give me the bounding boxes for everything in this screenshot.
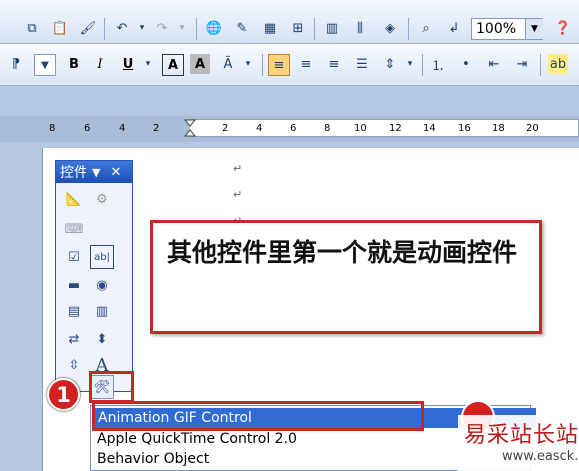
properties-icon[interactable]: ⚙ [90,187,114,211]
ruler-tick: 12 [389,123,402,134]
design-mode-icon[interactable]: 📐 [62,187,86,211]
insert-excel-icon[interactable]: ⊞ [288,18,308,38]
ruler-tick: 14 [423,123,436,134]
redo-dropdown-icon[interactable]: ▾ [172,18,192,38]
paragraph-marks-icon[interactable]: ↲ [444,18,464,38]
ruler-tick: 4 [256,123,263,134]
text-effect-dropdown-icon[interactable]: ▾ [238,54,258,74]
ruler-tick: 10 [354,123,367,134]
document-map-icon[interactable]: ◈ [380,18,400,38]
view-code-icon[interactable]: ⌨ [62,217,86,241]
justify-icon[interactable]: ☰ [352,54,372,74]
increase-indent-icon[interactable]: ⇥ [512,54,532,74]
bullets-icon[interactable]: • [456,54,476,74]
command-button-control-icon[interactable]: ▬ [62,273,86,297]
ruler-tick: 4 [119,123,126,134]
control-toolbox-title: 控件 [60,165,86,181]
paragraph-mark-icon: ↵ [233,162,243,175]
align-left-icon[interactable]: ≡ [268,54,290,76]
style-dropdown-icon[interactable]: ▼ [34,54,56,76]
highlight-icon[interactable]: ab [548,54,568,74]
ruler-tick: 18 [492,123,505,134]
ruler-tick: 8 [49,123,56,134]
insert-table-icon[interactable]: ▦ [260,18,280,38]
list-item[interactable]: Apple QuickTime Control 2.0 [97,431,297,447]
text-effect-icon[interactable]: Ã [218,54,238,74]
italic-icon[interactable]: I [90,54,110,74]
indent-marker-icon[interactable] [183,119,197,137]
zoom-value: 100% [476,21,517,37]
more-controls-highlight [89,371,134,403]
redo-icon[interactable]: ↷ [152,18,172,38]
ruler-tick: 8 [324,123,331,134]
columns-icon[interactable]: ▥ [322,18,342,38]
ruler-tick: 20 [526,123,539,134]
checkbox-control-icon[interactable]: ☑ [62,245,86,269]
callout-text: 其他控件里第一个就是动画控件 [167,238,518,267]
drawing-icon[interactable]: ⫼ [350,18,370,38]
watermark-url: www.easck.com [502,449,579,464]
style-menu-icon[interactable]: ⁋ [6,54,26,74]
close-icon[interactable]: ✕ [110,165,121,180]
list-item[interactable]: Behavior Object [97,451,209,467]
tables-borders-icon[interactable]: ✎ [232,18,252,38]
show-hide-icon[interactable]: ⌕ [416,18,436,38]
format-painter-icon[interactable]: 🖌 [78,18,98,38]
underline-icon[interactable]: U [118,54,138,74]
align-right-icon[interactable]: ≡ [324,54,344,74]
copy-icon[interactable]: ⧉ [22,18,42,38]
ruler-tick: 6 [84,123,91,134]
bold-icon[interactable]: B [64,54,84,74]
ruler-tick: 6 [290,123,297,134]
ruler-tick: 16 [458,123,471,134]
undo-icon[interactable]: ↶ [112,18,132,38]
ruler-margin [44,119,190,137]
align-center-icon[interactable]: ≡ [296,54,316,74]
underline-dropdown-icon[interactable]: ▾ [138,54,158,74]
textbox-control-icon[interactable]: ab| [90,245,114,269]
control-toolbox: 控件 ▼ ✕ 📐 ⚙ ⌨ ☑ ab| ▬ ◉ ▤ ▥ ⇄ ⬍ ⇳ A 🛠 [55,160,133,399]
numbering-icon[interactable]: ⒈ [428,54,448,74]
ruler-tick: 2 [222,123,229,134]
spin-button-control-icon[interactable]: ⬍ [90,327,114,351]
control-toolbox-titlebar[interactable]: 控件 ▼ ✕ [56,161,132,183]
formatting-toolbar: ⁋ ▼ B I U ▾ A A Ã ▾ ≡ ≡ ≡ ☰ ⇕ ▾ ⒈ • ⇤ ⇥ … [0,44,579,86]
help-icon[interactable]: ❓ [553,18,573,38]
line-spacing-dropdown-icon[interactable]: ▾ [400,54,420,74]
listbox-control-icon[interactable]: ▤ [62,299,86,323]
line-spacing-icon[interactable]: ⇕ [380,54,400,74]
decrease-indent-icon[interactable]: ⇤ [484,54,504,74]
ruler-tick: 2 [153,123,160,134]
step-badge-1: 1 [47,378,80,411]
standard-toolbar: ⧉ 📋 🖌 ↶ ▾ ↷ ▾ 🌐 ✎ ▦ ⊞ ▥ ⫼ ◈ ⌕ ↲ 100% ▼ ❓ [0,0,579,44]
watermark: 易采站长站 www.easck.com [458,415,579,471]
toolbar-band [0,86,579,116]
watermark-cn: 易采站长站 [464,423,579,448]
animation-control-highlight [92,401,424,431]
paragraph-mark-icon: ↵ [233,188,243,201]
char-border-icon[interactable]: A [162,54,184,76]
zoom-dropdown-icon[interactable]: ▼ [525,19,543,39]
toolbox-menu-icon[interactable]: ▼ [92,166,100,179]
combobox-control-icon[interactable]: ▥ [90,299,114,323]
undo-dropdown-icon[interactable]: ▾ [132,18,152,38]
paste-icon[interactable]: 📋 [50,18,70,38]
char-shading-icon[interactable]: A [190,54,210,74]
option-button-control-icon[interactable]: ◉ [90,273,114,297]
scrollbar-control-icon[interactable]: ⇳ [62,353,86,377]
toggle-button-control-icon[interactable]: ⇄ [62,327,86,351]
annotation-callout: 其他控件里第一个就是动画控件 [150,220,542,334]
hyperlink-icon[interactable]: 🌐 [204,18,224,38]
